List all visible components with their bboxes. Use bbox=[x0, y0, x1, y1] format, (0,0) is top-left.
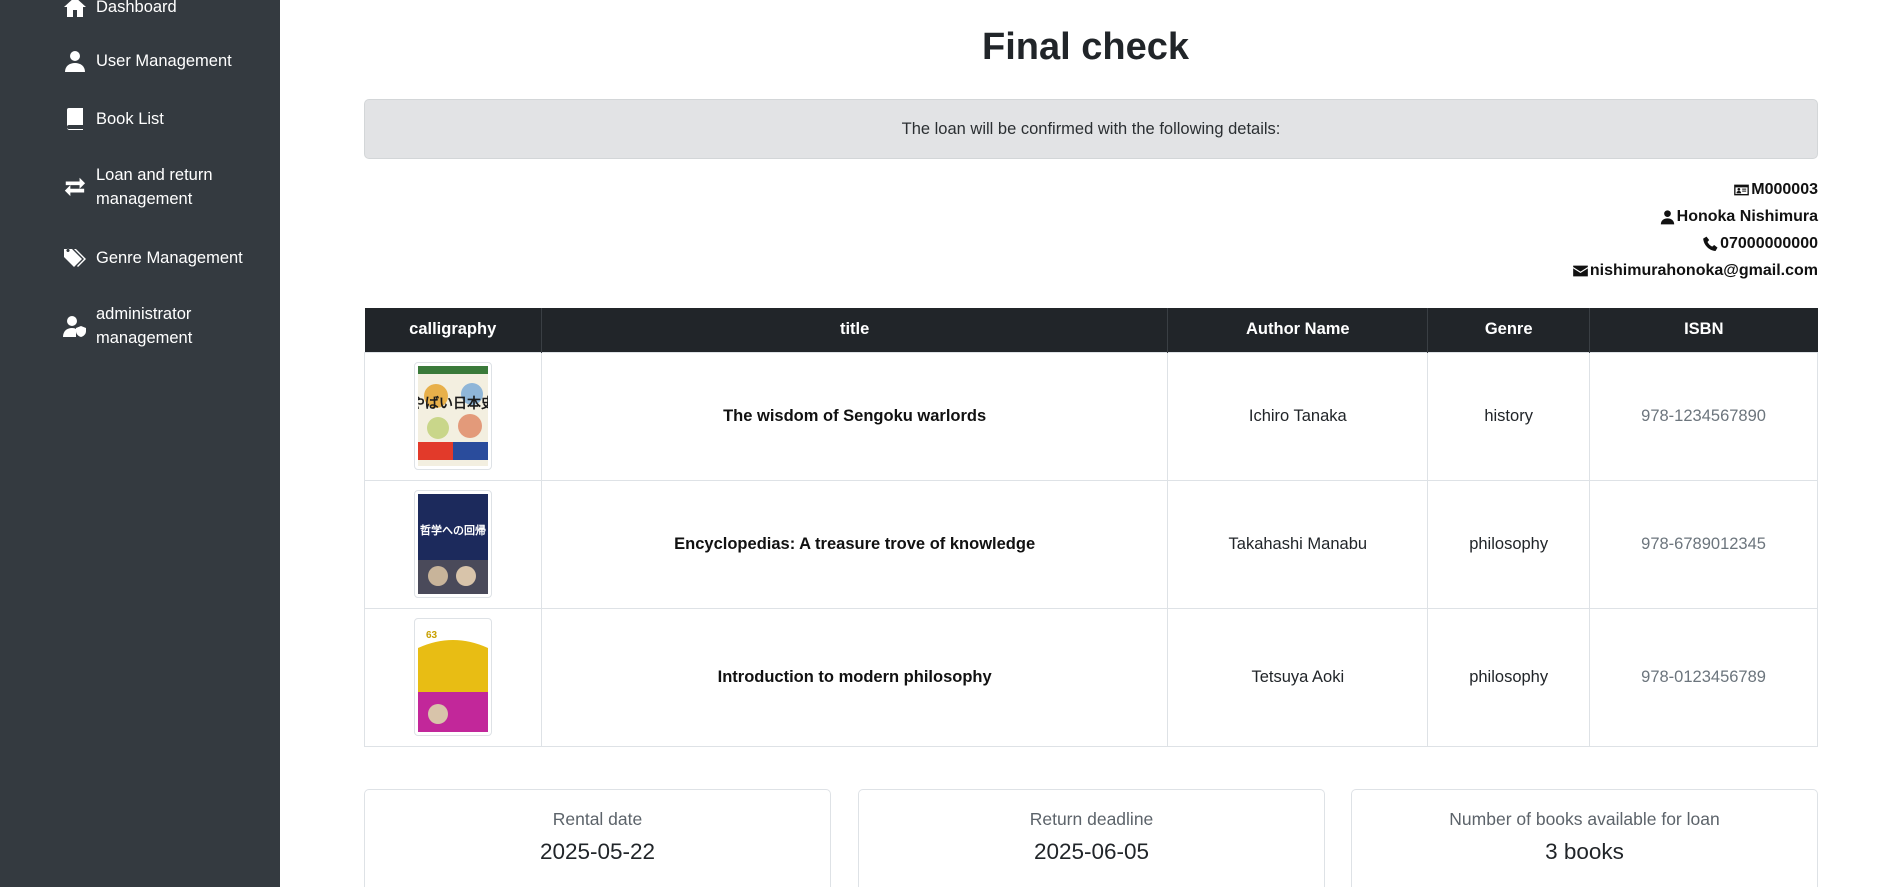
book-title: The wisdom of Sengoku warlords bbox=[540, 351, 1169, 481]
book-isbn: 978-0123456789 bbox=[1589, 607, 1818, 747]
sidebar-item-book-list[interactable]: Book List bbox=[62, 106, 164, 132]
book-author: Ichiro Tanaka bbox=[1167, 351, 1429, 481]
cover-text: 哲学への回帰 bbox=[420, 523, 486, 537]
member-info: M000003 Honoka Nishimura 07000000000 nis… bbox=[1572, 178, 1818, 286]
tags-icon bbox=[62, 245, 88, 271]
rental-date-card: Rental date 2025-05-22 bbox=[364, 789, 831, 887]
table-row: やばい日本史 The wisdom of Sengoku warlords Ic… bbox=[364, 351, 1818, 481]
sidebar-item-user-management[interactable]: User Management bbox=[62, 48, 232, 74]
book-title: Encyclopedias: A treasure trove of knowl… bbox=[540, 479, 1169, 609]
book-genre: philosophy bbox=[1427, 607, 1591, 747]
books-table: calligraphy title Author Name Genre ISBN bbox=[364, 308, 1818, 747]
header-cover: calligraphy bbox=[364, 308, 542, 352]
member-email-row: nishimurahonoka@gmail.com bbox=[1572, 259, 1818, 283]
member-id: M000003 bbox=[1751, 181, 1818, 198]
member-name-row: Honoka Nishimura bbox=[1572, 205, 1818, 229]
book-author: Takahashi Manabu bbox=[1167, 479, 1429, 609]
return-deadline-label: Return deadline bbox=[1029, 809, 1154, 829]
user-shield-icon bbox=[62, 313, 88, 339]
sidebar-item-loan-return[interactable]: Loan and return management bbox=[62, 163, 213, 211]
info-alert: The loan will be confirmed with the foll… bbox=[364, 99, 1818, 159]
header-title: title bbox=[541, 308, 1169, 352]
rental-date-value: 2025-05-22 bbox=[539, 839, 656, 864]
return-deadline-card: Return deadline 2025-06-05 bbox=[858, 789, 1325, 887]
header-author: Author Name bbox=[1167, 308, 1429, 352]
sidebar-item-label: Book List bbox=[96, 110, 164, 128]
member-name: Honoka Nishimura bbox=[1676, 208, 1818, 225]
alert-text: The loan will be confirmed with the foll… bbox=[901, 119, 1281, 138]
sidebar: Dashboard User Management Book List Loan… bbox=[0, 0, 280, 887]
book-author: Tetsuya Aoki bbox=[1167, 607, 1429, 747]
member-phone-row: 07000000000 bbox=[1572, 232, 1818, 256]
member-phone: 07000000000 bbox=[1720, 235, 1818, 252]
sidebar-item-genre-management[interactable]: Genre Management bbox=[62, 245, 243, 271]
cover-cell: 63 bbox=[364, 607, 542, 747]
header-genre: Genre bbox=[1427, 308, 1591, 352]
sidebar-item-label: Genre Management bbox=[96, 249, 243, 267]
member-email: nishimurahonoka@gmail.com bbox=[1589, 262, 1818, 279]
book-title: Introduction to modern philosophy bbox=[540, 607, 1169, 747]
sidebar-item-label-line1: Loan and return bbox=[96, 166, 213, 184]
book-isbn: 978-6789012345 bbox=[1589, 479, 1818, 609]
id-card-icon bbox=[1734, 184, 1750, 196]
page-title: Final check bbox=[982, 26, 1189, 68]
book-genre: philosophy bbox=[1427, 479, 1591, 609]
book-icon bbox=[62, 106, 88, 132]
sidebar-item-label-line2: management bbox=[96, 329, 193, 347]
home-icon bbox=[62, 0, 88, 20]
user-icon bbox=[1660, 210, 1674, 225]
cover-cell: やばい日本史 bbox=[364, 351, 542, 481]
sidebar-item-label: User Management bbox=[96, 52, 232, 70]
sidebar-item-label: Dashboard bbox=[96, 0, 177, 16]
book-cover-image: 哲学への回帰 bbox=[413, 490, 492, 598]
member-id-row: M000003 bbox=[1572, 178, 1818, 202]
book-cover-image: 63 bbox=[413, 618, 492, 736]
main-content: Final check The loan will be confirmed w… bbox=[280, 0, 1891, 887]
sidebar-item-label-line1: administrator bbox=[96, 305, 192, 323]
table-row: 哲学への回帰 Encyclopedias: A treasure trove o… bbox=[364, 479, 1818, 609]
books-available-card: Number of books available for loan 3 boo… bbox=[1351, 789, 1818, 887]
envelope-icon bbox=[1573, 265, 1588, 277]
cover-text: やばい日本史 bbox=[418, 395, 488, 411]
phone-icon bbox=[1703, 236, 1718, 251]
table-header-row: calligraphy title Author Name Genre ISBN bbox=[364, 308, 1818, 352]
book-isbn: 978-1234567890 bbox=[1589, 351, 1818, 481]
exchange-arrows-icon bbox=[62, 174, 88, 200]
cover-cell: 哲学への回帰 bbox=[364, 479, 542, 609]
books-available-value: 3 books bbox=[1545, 839, 1624, 864]
table-row: 63 Introduction to modern philosophy Tet… bbox=[364, 607, 1818, 747]
cover-text: 63 bbox=[426, 630, 438, 641]
books-available-label: Number of books available for loan bbox=[1449, 809, 1720, 829]
return-deadline-value: 2025-06-05 bbox=[1033, 839, 1150, 864]
sidebar-item-administrator-management[interactable]: administrator management bbox=[62, 302, 192, 350]
sidebar-item-dashboard[interactable]: Dashboard bbox=[62, 0, 177, 20]
user-icon bbox=[62, 48, 88, 74]
rental-date-label: Rental date bbox=[552, 809, 643, 829]
book-cover-image: やばい日本史 bbox=[413, 362, 492, 470]
book-genre: history bbox=[1427, 351, 1591, 481]
header-isbn: ISBN bbox=[1589, 308, 1818, 352]
sidebar-item-label-line2: management bbox=[96, 190, 193, 208]
